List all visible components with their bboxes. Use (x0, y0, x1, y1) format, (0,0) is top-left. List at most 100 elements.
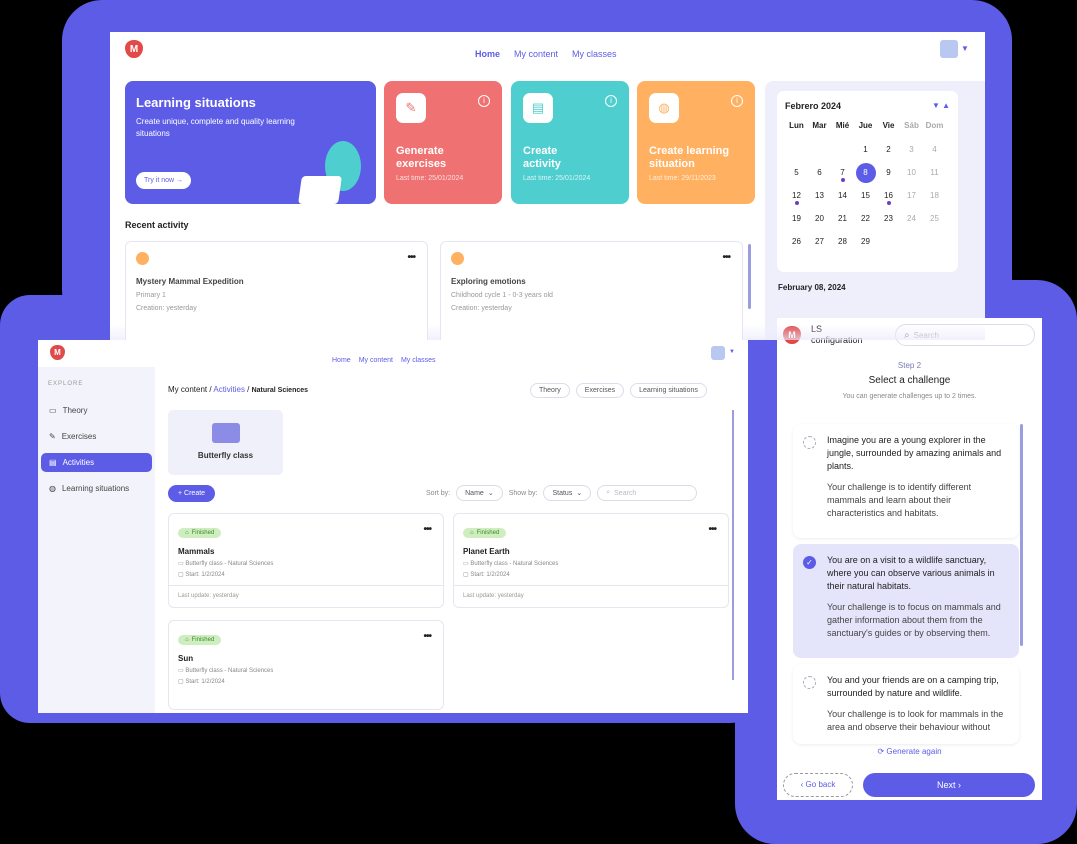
search-input[interactable]: ⌕ Search (895, 324, 1035, 346)
challenge-option[interactable]: Imagine you are a young explorer in the … (793, 424, 1019, 538)
generate-exercises-card[interactable]: ✎ i Generate exercises Last time: 25/01/2… (384, 81, 502, 204)
scrollbar[interactable] (732, 410, 734, 680)
calendar-day[interactable]: 2 (877, 138, 900, 161)
nav-my-classes[interactable]: My classes (401, 357, 436, 364)
try-it-now-button[interactable]: Try it now → (136, 172, 192, 189)
activity-card[interactable]: ⌂ Finished ••• Sun ▭ Butterfly class - Na… (168, 620, 444, 710)
calendar-day[interactable]: 15 (854, 184, 877, 207)
folder-card[interactable]: Butterfly class (168, 410, 283, 475)
generate-again-button[interactable]: ⟳ Generate again (777, 747, 1042, 756)
calendar-day[interactable]: 12 (785, 184, 808, 207)
calendar-day[interactable]: 1 (854, 138, 877, 161)
filter-theory[interactable]: Theory (530, 383, 570, 398)
radio-button[interactable] (803, 436, 816, 449)
avatar[interactable] (940, 40, 958, 58)
calendar-day[interactable]: 17 (900, 184, 923, 207)
radio-button[interactable] (803, 676, 816, 689)
activity-card[interactable]: ⌂ Finished ••• Planet Earth ▭ Butterfly c… (453, 513, 729, 608)
nav-my-content[interactable]: My content (514, 49, 558, 59)
calendar-week: 26 27 28 29 (785, 230, 946, 253)
breadcrumb-activities[interactable]: Activities (213, 385, 245, 394)
calendar-day[interactable]: 29 (854, 230, 877, 253)
calendar-day[interactable]: 19 (785, 207, 808, 230)
sidebar-item-learning-situations[interactable]: ◍ Learning situations (41, 479, 152, 498)
recent-level: Childhood cycle 1 - 0-3 years old (451, 292, 553, 299)
nav-my-content[interactable]: My content (359, 357, 393, 364)
sidebar-item-activities[interactable]: ▤ Activities (41, 453, 152, 472)
more-options-icon[interactable]: ••• (423, 631, 431, 642)
info-icon[interactable]: i (478, 95, 490, 107)
sort-select[interactable]: Name ⌄ (456, 485, 503, 501)
check-icon[interactable]: ✓ (803, 556, 816, 569)
calendar-day[interactable]: 8 (854, 161, 877, 184)
calendar-day[interactable]: 23 (877, 207, 900, 230)
scrollbar[interactable] (748, 244, 751, 309)
calendar-day[interactable]: 4 (923, 138, 946, 161)
recent-created: Creation: yesterday (136, 305, 197, 312)
challenge-option[interactable]: You and your friends are on a camping tr… (793, 664, 1019, 744)
create-activity-card[interactable]: ▤ i Create activity Last time: 25/01/2024 (511, 81, 629, 204)
filter-exercises[interactable]: Exercises (575, 383, 625, 398)
nav-home[interactable]: Home (475, 49, 500, 59)
create-learning-situation-card[interactable]: ◍ i Create learning situation Last time: … (637, 81, 755, 204)
recent-card[interactable]: ••• Mystery Mammal Expedition Primary 1 … (125, 241, 428, 340)
activity-card[interactable]: ⌂ Finished ••• Mammals ▭ Butterfly class … (168, 513, 444, 608)
nav-my-classes[interactable]: My classes (572, 49, 617, 59)
activity-icon: ▤ (523, 93, 553, 123)
sidebar-item-exercises[interactable]: ✎ Exercises (41, 427, 152, 446)
weekday-label: Sáb (904, 121, 919, 130)
calendar-nav[interactable]: ▼ ▲ (932, 101, 950, 110)
create-button[interactable]: + Create (168, 485, 216, 502)
go-back-button[interactable]: ‹ Go back (783, 773, 853, 797)
calendar-day[interactable]: 14 (831, 184, 854, 207)
calendar-day[interactable]: 9 (877, 161, 900, 184)
logo[interactable]: M (783, 326, 801, 344)
logo[interactable]: M (125, 40, 143, 58)
avatar[interactable] (711, 346, 725, 360)
info-icon[interactable]: i (605, 95, 617, 107)
calendar-day[interactable]: 26 (785, 230, 808, 253)
calendar-day[interactable]: 24 (900, 207, 923, 230)
calendar-day[interactable]: 18 (923, 184, 946, 207)
calendar-day[interactable]: 22 (854, 207, 877, 230)
scrollbar[interactable] (1020, 424, 1023, 646)
sidebar-item-theory[interactable]: ▭ Theory (41, 401, 152, 420)
home-window: M Home My content My classes ▼ Learning si… (110, 32, 985, 340)
activity-updated: Last update: yesterday (454, 585, 728, 606)
activity-start: ▢ Start: 1/2/2024 (178, 572, 225, 578)
calendar-day[interactable]: 6 (808, 161, 831, 184)
calendar-day[interactable]: 3 (900, 138, 923, 161)
calendar-day[interactable]: 7 (831, 161, 854, 184)
next-button[interactable]: Next › (863, 773, 1035, 797)
calendar-day (877, 230, 900, 253)
more-options-icon[interactable]: ••• (722, 252, 730, 263)
search-input[interactable]: ⌕ Search (597, 485, 698, 501)
calendar-day[interactable]: 28 (831, 230, 854, 253)
calendar-day[interactable]: 10 (900, 161, 923, 184)
calendar-day (900, 230, 923, 253)
more-options-icon[interactable]: ••• (407, 252, 415, 263)
recent-title: Mystery Mammal Expedition (136, 277, 244, 286)
calendar-day[interactable]: 20 (808, 207, 831, 230)
logo[interactable]: M (50, 345, 65, 360)
calendar-day[interactable]: 21 (831, 207, 854, 230)
breadcrumb-my-content[interactable]: My content (168, 385, 207, 394)
show-select[interactable]: Status ⌄ (543, 485, 592, 501)
book-icon: ▭ (49, 406, 57, 415)
calendar-day[interactable]: 11 (923, 161, 946, 184)
chevron-down-icon[interactable]: ▼ (961, 44, 969, 53)
calendar-day[interactable]: 25 (923, 207, 946, 230)
calendar-day[interactable]: 16 (877, 184, 900, 207)
filter-learning-situations[interactable]: Learning situations (630, 383, 707, 398)
recent-card[interactable]: ••• Exploring emotions Childhood cycle 1… (440, 241, 743, 340)
challenge-option[interactable]: ✓ You are on a visit to a wildlife sanct… (793, 544, 1019, 658)
calendar-day[interactable]: 27 (808, 230, 831, 253)
more-options-icon[interactable]: ••• (708, 524, 716, 535)
activity-title: Mammals (178, 547, 215, 556)
info-icon[interactable]: i (731, 95, 743, 107)
calendar-day[interactable]: 13 (808, 184, 831, 207)
more-options-icon[interactable]: ••• (423, 524, 431, 535)
chevron-down-icon[interactable]: ▼ (729, 349, 735, 355)
nav-home[interactable]: Home (332, 357, 351, 364)
calendar-day[interactable]: 5 (785, 161, 808, 184)
